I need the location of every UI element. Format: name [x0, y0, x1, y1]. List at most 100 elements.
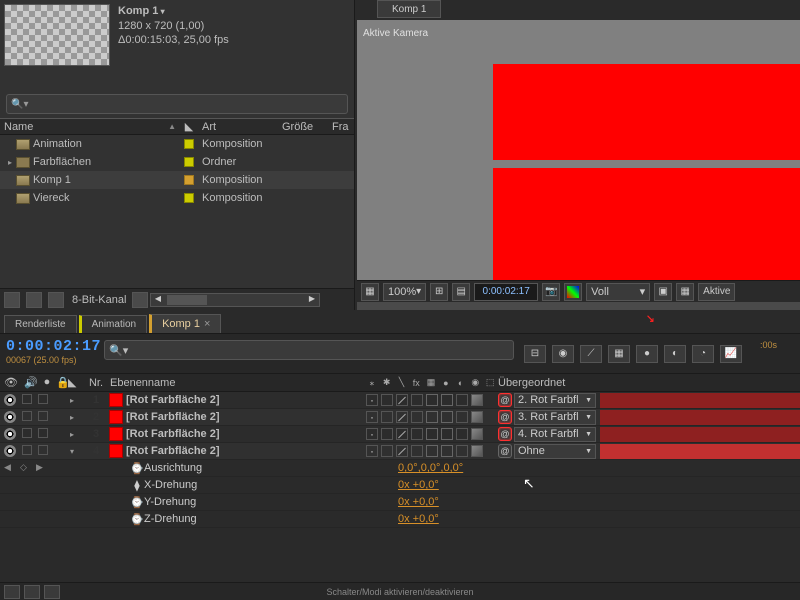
adjustment-switch[interactable]: [456, 445, 468, 457]
pickwhip-icon[interactable]: @: [498, 393, 512, 407]
layer-track[interactable]: [596, 426, 800, 443]
twirl-icon[interactable]: ▾: [68, 447, 76, 456]
label-swatch[interactable]: [184, 139, 194, 149]
viewer-tab-komp1[interactable]: Komp 1: [377, 0, 441, 18]
fx-switch[interactable]: [411, 394, 423, 406]
property-value[interactable]: 0x +0,0°: [398, 496, 439, 508]
solo-toggle[interactable]: [38, 411, 48, 421]
video-visibility-toggle[interactable]: [4, 445, 16, 457]
zoom-dropdown[interactable]: 100% ▾: [383, 283, 426, 301]
motionblur-switch[interactable]: [441, 428, 453, 440]
property-value[interactable]: 0x +0,0°: [398, 479, 439, 491]
property-row[interactable]: ⌚Ausrichtung0,0°,0,0°,0,0°: [0, 460, 800, 477]
quality-switch[interactable]: [396, 411, 408, 423]
layer-name[interactable]: [Rot Farbfläche 2]: [126, 394, 366, 406]
audio-toggle[interactable]: [22, 445, 32, 455]
quality-switch[interactable]: [396, 394, 408, 406]
snapshot-button[interactable]: 📷: [542, 283, 560, 301]
audio-toggle[interactable]: [22, 411, 32, 421]
3d-switch[interactable]: [471, 445, 483, 457]
property-value[interactable]: 0,0°,0,0°,0,0°: [398, 462, 463, 474]
roi-button[interactable]: ▣: [654, 283, 672, 301]
motionblur-switch[interactable]: [441, 411, 453, 423]
keyframe-navigator[interactable]: ◀ ◇ ▶: [4, 462, 48, 474]
trash-button[interactable]: [132, 292, 148, 308]
comp-thumbnail[interactable]: [4, 4, 110, 66]
col-label-header[interactable]: ◣: [180, 119, 198, 134]
col-size-header[interactable]: Größe: [278, 119, 328, 134]
title-safe-button[interactable]: ⊞: [430, 283, 448, 301]
transparency-grid-button[interactable]: ▦: [676, 283, 694, 301]
label-swatch[interactable]: [184, 157, 194, 167]
property-row[interactable]: ⌚Z-Drehung0x +0,0°: [0, 511, 800, 528]
fx-switch[interactable]: [411, 445, 423, 457]
audio-toggle[interactable]: [22, 428, 32, 438]
fx-switch[interactable]: [411, 411, 423, 423]
label-swatch[interactable]: [184, 175, 194, 185]
shy-switch[interactable]: [366, 411, 378, 423]
motion-blur-button[interactable]: ●: [636, 345, 658, 363]
project-item[interactable]: ▸FarbflächenOrdner: [0, 153, 354, 171]
draft3d-button[interactable]: ◉: [552, 345, 574, 363]
viewer-stage[interactable]: Aktive Kamera: [357, 20, 800, 280]
tab-animation[interactable]: Animation: [79, 315, 147, 333]
tab-komp1[interactable]: Komp 1×: [149, 314, 221, 333]
brainstorm-button[interactable]: ◐: [664, 345, 686, 363]
project-item[interactable]: AnimationKomposition: [0, 135, 354, 153]
resolution-dropdown[interactable]: Voll ▾: [586, 283, 650, 301]
audio-toggle[interactable]: [22, 394, 32, 404]
layer-name[interactable]: [Rot Farbfläche 2]: [126, 428, 366, 440]
video-visibility-toggle[interactable]: [4, 394, 16, 406]
col-name-header[interactable]: Name▲: [0, 119, 180, 134]
fx-switch[interactable]: [411, 428, 423, 440]
show-channel-button[interactable]: [564, 283, 582, 301]
always-preview-button[interactable]: ▦: [361, 283, 379, 301]
motionblur-switch[interactable]: [441, 394, 453, 406]
solo-toggle[interactable]: [38, 445, 48, 455]
col-framerate-header[interactable]: Fra: [328, 119, 353, 134]
label-swatch[interactable]: [184, 193, 194, 203]
toggle-in-out-button[interactable]: [44, 585, 60, 599]
close-icon[interactable]: ×: [204, 318, 210, 330]
autokey-button[interactable]: ◔: [692, 345, 714, 363]
scroll-right-icon[interactable]: ▶: [305, 294, 319, 306]
project-search[interactable]: 🔍▾: [6, 94, 348, 114]
frame-blend-button[interactable]: ▦: [608, 345, 630, 363]
3d-switch[interactable]: [471, 428, 483, 440]
layer-label-swatch[interactable]: [109, 393, 123, 407]
collapse-switch[interactable]: [381, 394, 393, 406]
pickwhip-icon[interactable]: @: [498, 410, 512, 424]
twirl-icon[interactable]: ▸: [68, 396, 76, 405]
adjustment-switch[interactable]: [456, 394, 468, 406]
new-comp-button[interactable]: [48, 292, 64, 308]
frameblend-switch[interactable]: [426, 428, 438, 440]
adjustment-switch[interactable]: [456, 411, 468, 423]
property-value[interactable]: 0x +0,0°: [398, 513, 439, 525]
layer-row[interactable]: ▸1[Rot Farbfläche 2]↘@2. Rot Farbfl▼: [0, 392, 800, 409]
quality-switch[interactable]: [396, 428, 408, 440]
timeline-search[interactable]: 🔍▾: [104, 340, 514, 360]
scroll-left-icon[interactable]: ◀: [151, 294, 165, 306]
parent-dropdown[interactable]: 4. Rot Farbfl▼: [514, 427, 596, 442]
interpret-footage-button[interactable]: [4, 292, 20, 308]
video-visibility-toggle[interactable]: [4, 428, 16, 440]
solo-toggle[interactable]: [38, 428, 48, 438]
parent-dropdown[interactable]: 2. Rot Farbfl▼: [514, 393, 596, 408]
new-folder-button[interactable]: [26, 292, 42, 308]
next-key-icon[interactable]: ▶: [36, 462, 48, 474]
active-camera-dropdown[interactable]: Aktive: [698, 283, 735, 301]
layer-label-swatch[interactable]: [109, 427, 123, 441]
parent-dropdown[interactable]: Ohne▼: [514, 444, 596, 459]
pickwhip-icon[interactable]: @: [498, 427, 512, 441]
viewer-timecode[interactable]: 0:00:02:17: [474, 283, 538, 301]
project-scrollbar[interactable]: ◀ ▶: [150, 293, 320, 307]
shy-switch[interactable]: [366, 428, 378, 440]
frameblend-switch[interactable]: [426, 394, 438, 406]
stopwatch-icon[interactable]: ⌚: [130, 462, 144, 475]
parent-dropdown[interactable]: 3. Rot Farbfl▼: [514, 410, 596, 425]
graph-editor-button[interactable]: 📈: [720, 345, 742, 363]
mask-toggle-button[interactable]: ▤: [452, 283, 470, 301]
twirl-icon[interactable]: ▸: [68, 413, 76, 422]
3d-switch[interactable]: [471, 411, 483, 423]
3d-switch[interactable]: [471, 394, 483, 406]
